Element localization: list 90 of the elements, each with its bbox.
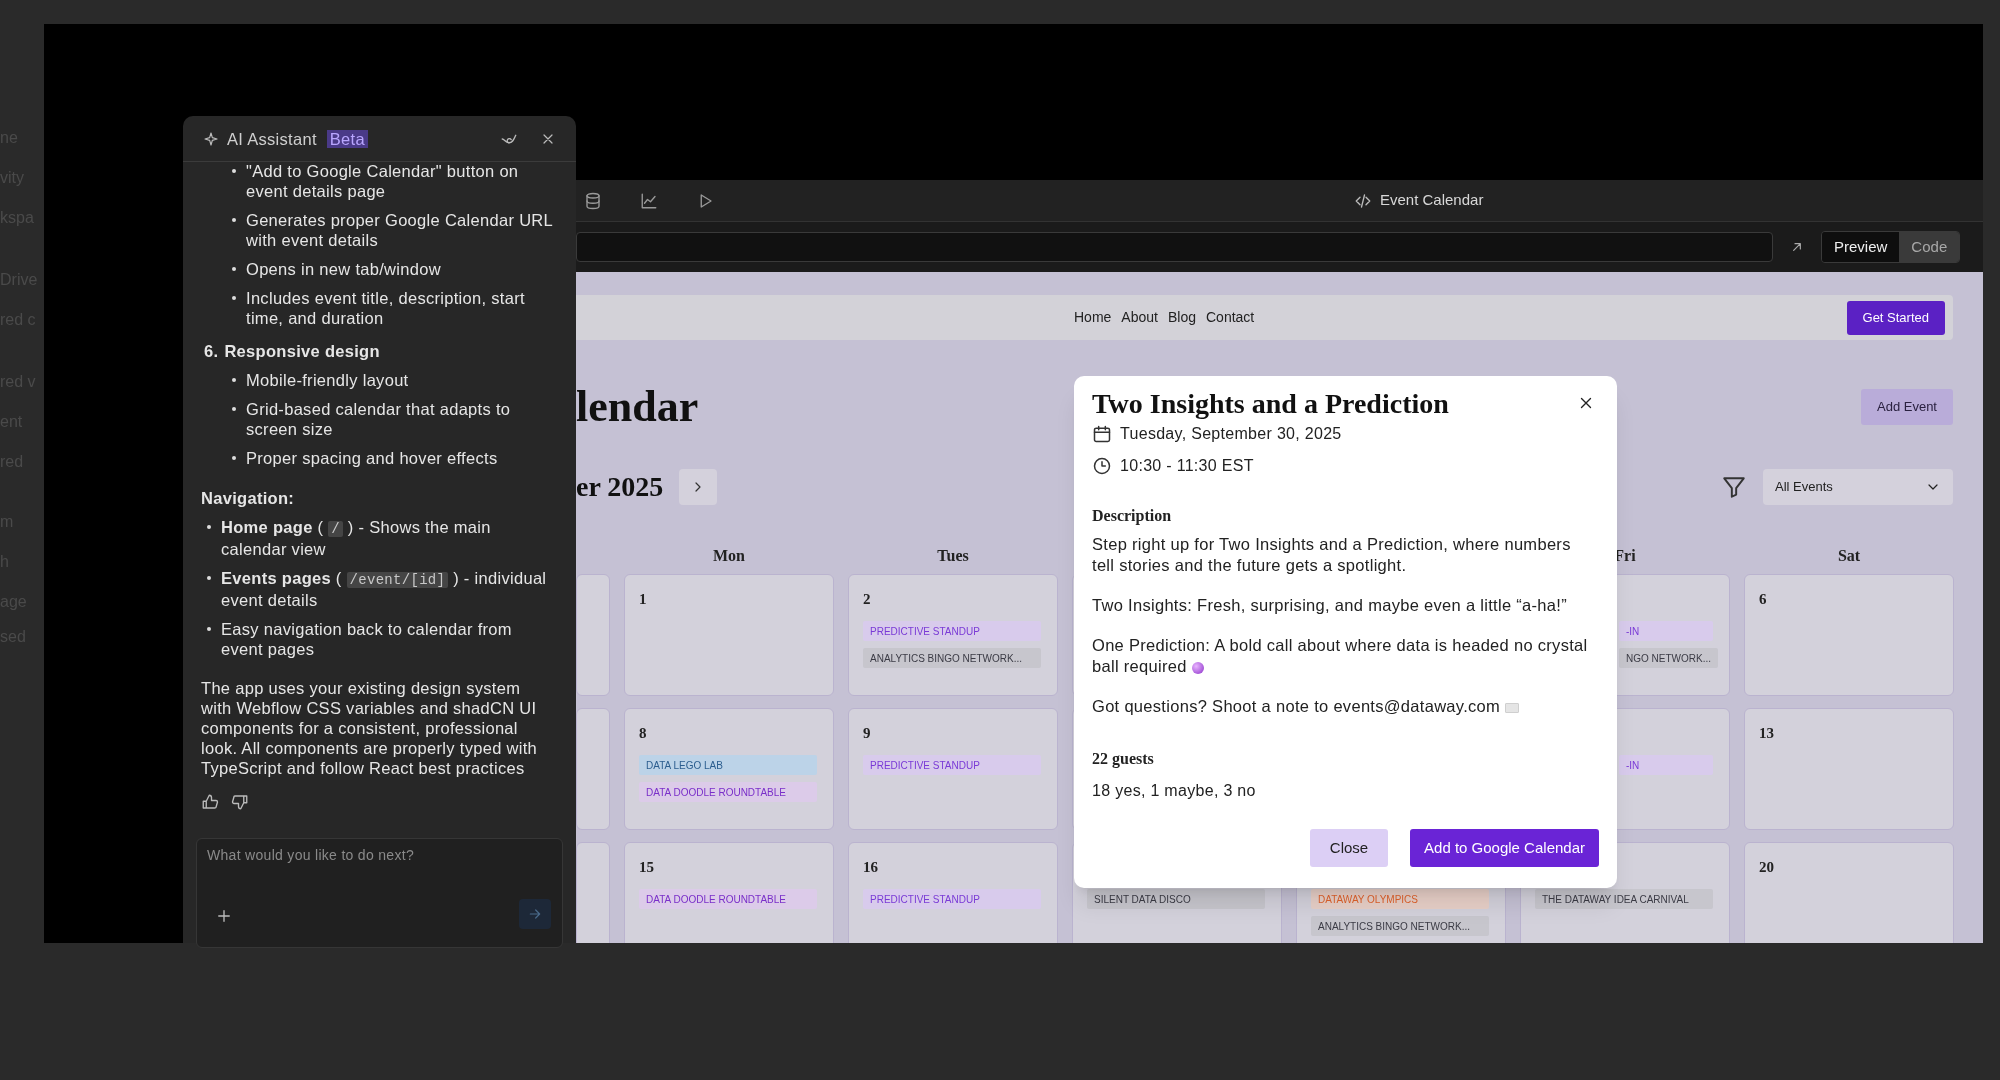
bullet-icon <box>232 407 236 411</box>
message-text: The app uses your existing design system with Webflow CSS variables and shadCN UI components for a consistent, professional look. All components are properly typed with TypeScript and follow React best practices <box>201 678 539 778</box>
bullet-icon <box>232 218 236 222</box>
description-text: Two Insights: Fresh, surprising, and maybe even a little “a-ha!” <box>1092 595 1568 616</box>
bullet-icon <box>207 627 211 631</box>
list-item-text: Opens in new tab/window <box>246 259 441 279</box>
code-icon <box>1354 191 1372 210</box>
nav-link[interactable]: About <box>1121 307 1158 328</box>
nav-link[interactable]: Contact <box>1206 307 1255 328</box>
bullet-icon <box>232 169 236 173</box>
event-chip[interactable]: SILENT DATA DISCO <box>1087 889 1265 909</box>
event-chip[interactable]: NGO NETWORK... <box>1619 648 1718 668</box>
list-item-text: "Add to Google Calendar" button on event details page <box>246 161 520 201</box>
list-item-text: Easy navigation back to calendar from event pages <box>221 619 513 659</box>
month-label: er 2025 <box>576 473 664 501</box>
arrow-right-icon <box>527 906 543 922</box>
close-button[interactable]: Close <box>1310 829 1389 867</box>
day-number: 16 <box>863 859 878 875</box>
bullet-icon <box>232 267 236 271</box>
event-chip[interactable]: PREDICTIVE STANDUP <box>863 755 1041 775</box>
day-number: 13 <box>1759 725 1774 741</box>
list-item-text: Home page ( / ) - Shows the main calendar view <box>221 517 492 559</box>
event-date: Tuesday, September 30, 2025 <box>1120 424 1342 444</box>
page-heading: lendar <box>576 385 699 429</box>
bullet-icon <box>207 576 211 580</box>
weekday-label: Sat <box>1837 546 1861 566</box>
list-item-text: Includes event title, description, start time, and duration <box>246 288 526 328</box>
get-started-button[interactable]: Get Started <box>1846 300 1945 335</box>
window-title: Event Calendar <box>1380 190 1484 211</box>
event-chip[interactable]: DATA LEGO LAB <box>639 755 817 775</box>
message-input[interactable]: What would you like to do next? <box>196 838 563 948</box>
day-number: 6 <box>1759 591 1767 607</box>
navigation-heading: Navigation: <box>201 488 296 508</box>
guest-count: 22 guests <box>1092 749 1155 770</box>
nav-link[interactable]: Home <box>1074 307 1112 328</box>
weekday-label: Mon <box>713 546 745 566</box>
list-item-text: Mobile-friendly layout <box>246 370 409 390</box>
chart-icon[interactable] <box>640 191 658 210</box>
description-text: One Prediction: A bold call about where data is headed no crystal ball required <box>1092 635 1589 677</box>
event-filter-dropdown[interactable]: All Events <box>1763 469 1953 505</box>
envelope-icon <box>1505 702 1519 713</box>
rsvp-summary: 18 yes, 1 maybe, 3 no <box>1092 781 1257 801</box>
plus-icon[interactable] <box>215 907 233 925</box>
nav-link[interactable]: Blog <box>1167 307 1196 328</box>
panel-title: AI Assistant <box>227 128 317 149</box>
beta-badge: Beta <box>326 129 368 148</box>
list-number: 6. <box>204 341 219 361</box>
calendar-icon <box>1092 424 1112 444</box>
day-number: 8 <box>639 725 647 741</box>
list-item-text: Generates proper Google Calendar URL with event details <box>246 210 554 250</box>
event-chip[interactable]: DATA DOODLE ROUNDTABLE <box>639 782 817 802</box>
event-chip[interactable]: -IN <box>1619 755 1713 775</box>
weekday-label: Tues <box>937 546 969 566</box>
event-chip[interactable]: ANALYTICS BINGO NETWORK... <box>1311 916 1489 936</box>
url-field[interactable] <box>576 232 1773 262</box>
clock-icon <box>1092 456 1112 476</box>
filter-icon[interactable] <box>1721 474 1747 500</box>
bullet-icon <box>232 456 236 460</box>
event-chip[interactable]: -IN <box>1619 621 1713 641</box>
day-number: 1 <box>639 591 647 607</box>
day-number: 20 <box>1759 859 1774 875</box>
day-number: 9 <box>863 725 871 741</box>
event-chip[interactable]: PREDICTIVE STANDUP <box>863 889 1041 909</box>
add-event-button[interactable]: Add Event <box>1861 389 1953 425</box>
section-heading: Responsive design <box>224 341 380 361</box>
input-placeholder: What would you like to do next? <box>206 846 415 865</box>
event-time: 10:30 - 11:30 EST <box>1120 456 1254 476</box>
database-icon[interactable] <box>584 191 602 210</box>
thumbs-up-icon[interactable] <box>201 793 219 811</box>
bullet-icon <box>232 378 236 382</box>
view-tab[interactable]: Code <box>1899 232 1960 262</box>
description-text: Got questions? Shoot a note to events@dataway.com <box>1092 696 1595 717</box>
modal-title: Two Insights and a Prediction <box>1092 388 1449 420</box>
list-item-text: Proper spacing and hover effects <box>246 448 498 468</box>
description-heading: Description <box>1092 506 1173 527</box>
bullet-icon <box>207 525 211 529</box>
event-chip[interactable]: ANALYTICS BINGO NETWORK... <box>863 648 1041 668</box>
list-item-text: Events pages ( /event/[id] ) - individual event details <box>221 568 548 610</box>
bullet-icon <box>232 296 236 300</box>
day-number: 15 <box>639 859 654 875</box>
add-to-calendar-button[interactable]: Add to Google Calendar <box>1410 829 1599 867</box>
view-tab[interactable]: Preview <box>1822 232 1900 262</box>
event-chip[interactable]: THE DATAWAY IDEA CARNIVAL <box>1535 889 1713 909</box>
event-chip[interactable]: PREDICTIVE STANDUP <box>863 621 1041 641</box>
list-item-text: Grid-based calendar that adapts to screen size <box>246 399 512 439</box>
day-number: 2 <box>863 591 871 607</box>
thumbs-down-icon[interactable] <box>231 793 249 811</box>
event-chip[interactable]: DATA DOODLE ROUNDTABLE <box>639 889 817 909</box>
description-text: Step right up for Two Insights and a Prediction, where numbers tell stories and the future gets a spotlight. <box>1092 534 1572 576</box>
sparkle-icon <box>203 130 219 147</box>
